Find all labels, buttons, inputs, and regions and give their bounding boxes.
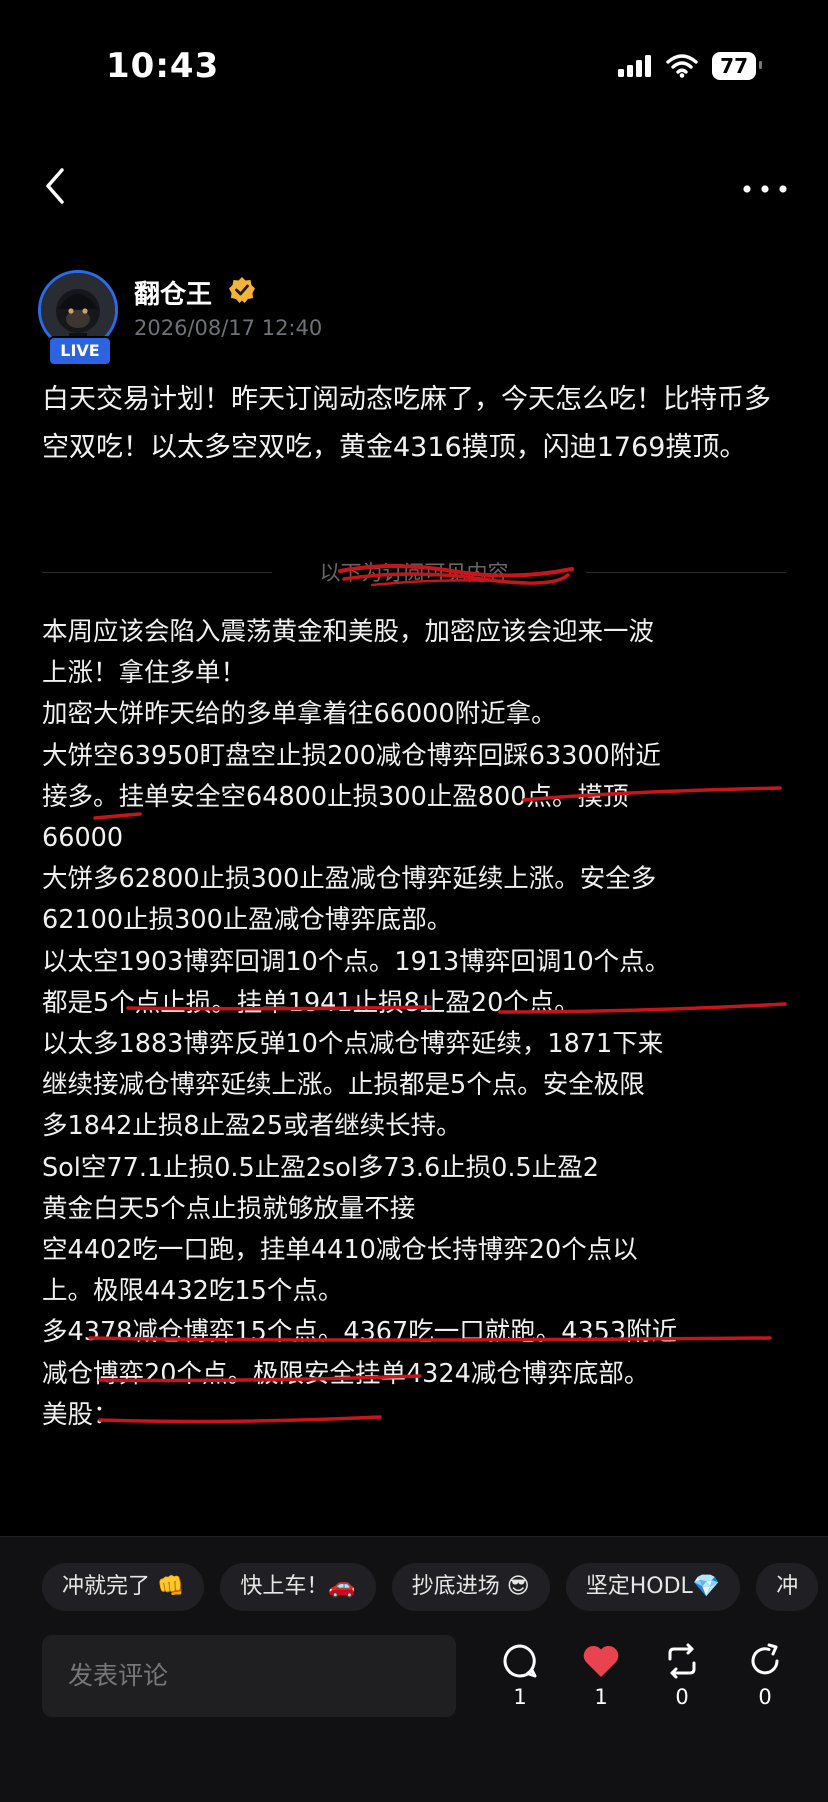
- repost-icon: [668, 1643, 696, 1679]
- nav-bar: [0, 150, 828, 220]
- battery-indicator: 77: [712, 52, 762, 80]
- share-icon: [751, 1643, 779, 1675]
- body-line: 62100止损300止盈减仓博弈底部。: [42, 905, 453, 936]
- comment-count: 1: [513, 1685, 527, 1709]
- like-count: 1: [594, 1685, 608, 1709]
- body-line: 上涨！拿住多单！: [42, 658, 247, 689]
- quick-reply-chip[interactable]: 冲就完了 👊: [42, 1563, 205, 1611]
- post-headline: 白天交易计划！昨天订阅动态吃麻了，今天怎么吃！比特币多空双吃！以太多空双吃，黄金…: [42, 384, 771, 463]
- live-badge: LIVE: [48, 336, 112, 366]
- body-line: 美股：: [42, 1399, 119, 1430]
- subscriber-divider: 以下为订阅可见内容: [42, 555, 786, 591]
- body-line: 都是5个点止损。挂单1941止损8止盈20个点。: [42, 987, 580, 1018]
- scribble-mark: [338, 564, 574, 587]
- repost-count: 0: [675, 1685, 689, 1709]
- like-button[interactable]: 1: [571, 1643, 631, 1723]
- repost-button[interactable]: 0: [652, 1643, 712, 1723]
- body-line: 黄金白天5个点止损就够放量不接: [42, 1193, 416, 1224]
- more-options-button[interactable]: [742, 180, 788, 193]
- wifi-icon: [666, 54, 698, 78]
- comment-button[interactable]: 1: [490, 1643, 550, 1723]
- chevron-left-icon: [46, 168, 64, 204]
- body-line: 减仓博弈20个点。极限安全挂单4324减仓博弈底部。: [42, 1358, 650, 1389]
- quick-reply-chip[interactable]: 冲: [756, 1563, 819, 1611]
- quick-reply-chip[interactable]: 抄底进场 😎: [391, 1563, 550, 1611]
- quick-reply-chip[interactable]: 快上车！🚗: [220, 1563, 376, 1611]
- body-line: 空4402吃一口跑，挂单4410减仓长持博弈20个点以: [42, 1235, 638, 1266]
- body-line: 接多。挂单安全空64800止损300止盈800点。摸顶: [42, 781, 629, 812]
- body-line: 本周应该会陷入震荡黄金和美股，加密应该会迎来一波: [42, 617, 655, 647]
- body-line: 上。极限4432吃15个点。: [42, 1276, 344, 1307]
- body-line: Sol空77.1止损0.5止盈2sol多73.6止损0.5止盈2: [42, 1152, 599, 1183]
- body-line: 加密大饼昨天给的多单拿着往66000附近拿。: [42, 699, 557, 730]
- body-line: 66000: [42, 823, 124, 854]
- post-timestamp: 2026/08/17 12:40: [134, 316, 323, 340]
- body-line: 多4378减仓博弈15个点。4367吃一口就跑。4353附近: [42, 1317, 678, 1348]
- back-button[interactable]: [38, 166, 74, 206]
- status-time: 10:43: [106, 46, 220, 86]
- body-line: 大饼空63950盯盘空止损200减仓博弈回踩63300附近: [42, 740, 661, 771]
- comment-input[interactable]: 发表评论: [42, 1635, 456, 1717]
- signal-icon: [618, 55, 652, 77]
- comment-icon: [503, 1644, 537, 1678]
- body-line: 以太空1903博弈回调10个点。1913博弈回调10个点。: [42, 946, 671, 977]
- body-line: 以太多1883博弈反弹10个点减仓博弈延续，1871下来: [42, 1029, 664, 1060]
- author-header: LIVE 翻仓王 2026/08/17 12:40: [38, 270, 798, 366]
- quick-reply-chip[interactable]: 坚定HODL💎: [565, 1563, 741, 1611]
- share-button[interactable]: 0: [735, 1643, 795, 1723]
- heart-icon: [583, 1645, 619, 1677]
- more-icon: [743, 185, 787, 193]
- body-line: 继续接减仓博弈延续上涨。止损都是5个点。安全极限: [42, 1070, 645, 1101]
- bottom-panel: 冲就完了 👊 快上车！🚗 抄底进场 😎 坚定HODL💎 冲 发表评论 1 1 0 0: [0, 1536, 828, 1802]
- body-line: 大饼多62800止损300止盈减仓博弈延续上涨。安全多: [42, 864, 657, 895]
- share-count: 0: [758, 1685, 772, 1709]
- body-line: 多1842止损8止盈25或者继续长持。: [42, 1111, 462, 1142]
- author-name[interactable]: 翻仓王: [134, 274, 212, 311]
- status-bar: 10:43 77: [0, 0, 828, 130]
- status-icons: 77: [618, 52, 762, 80]
- post-body: 本周应该会陷入震荡黄金和美股，加密应该会迎来一波 上涨！拿住多单！ 加密大饼昨天给的…: [42, 612, 788, 1532]
- verified-badge-icon: [229, 277, 255, 303]
- quick-replies: 冲就完了 👊 快上车！🚗 抄底进场 😎 坚定HODL💎 冲: [42, 1563, 828, 1615]
